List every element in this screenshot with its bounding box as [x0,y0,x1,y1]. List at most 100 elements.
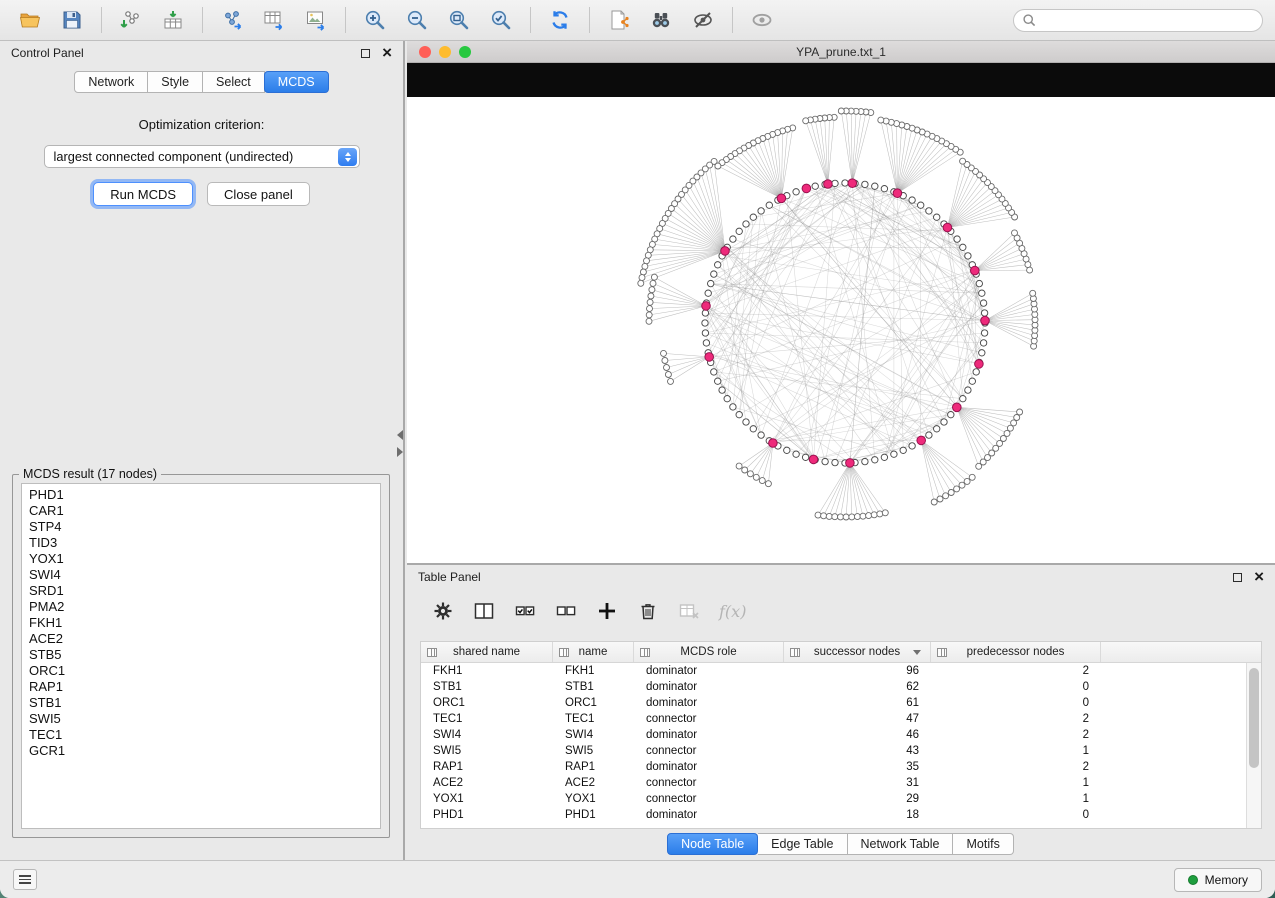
save-session-button[interactable] [54,4,90,36]
table-row[interactable]: SWI4SWI4dominator462 [421,727,1246,743]
column-header-name[interactable]: name [553,642,634,662]
column-header-shared-name[interactable]: shared name [421,642,553,662]
open-session-button[interactable] [12,4,48,36]
mcds-result-item[interactable]: GCR1 [29,743,380,759]
close-panel-button[interactable]: Close panel [207,182,310,206]
panel-splitter[interactable] [397,430,407,457]
cell-shared-name: RAP1 [421,761,553,773]
mcds-result-item[interactable]: SRD1 [29,583,380,599]
show-panels-button[interactable] [13,869,37,890]
mcds-result-item[interactable]: STB5 [29,647,380,663]
mcds-result-item[interactable]: SWI5 [29,711,380,727]
minimize-window-icon[interactable] [439,46,451,58]
table-options-button[interactable] [432,600,454,622]
zoom-selected-button[interactable] [483,4,519,36]
network-canvas[interactable] [407,97,1275,563]
control-panel-header: Control Panel × [0,41,403,65]
table-row[interactable]: TEC1TEC1connector472 [421,711,1246,727]
tab-mcds[interactable]: MCDS [264,71,329,93]
table-row[interactable]: PHD1PHD1dominator180 [421,807,1246,823]
cell-successor-nodes: 61 [784,697,931,709]
search-network-button[interactable] [643,4,679,36]
cell-name: SWI5 [553,745,634,757]
column-header-successor-nodes[interactable]: successor nodes [784,642,931,662]
show-columns-button[interactable] [473,600,495,622]
close-window-icon[interactable] [419,46,431,58]
apply-layout-button[interactable] [542,4,578,36]
select-all-icon [514,600,536,622]
export-image-icon [304,8,328,32]
plus-icon [596,600,618,622]
export-network-icon [220,8,244,32]
show-hide-button[interactable] [744,4,780,36]
cell-MCDS-role: connector [634,793,784,805]
column-header-MCDS-role[interactable]: MCDS role [634,642,784,662]
tab-network[interactable]: Network [74,71,148,93]
mcds-result-item[interactable]: PHD1 [29,487,380,503]
tab-style[interactable]: Style [148,71,203,93]
table-tab-motifs[interactable]: Motifs [953,833,1013,855]
float-panel-icon[interactable] [361,49,370,58]
mcds-result-item[interactable]: RAP1 [29,679,380,695]
share-document-button[interactable] [601,4,637,36]
cell-MCDS-role: dominator [634,681,784,693]
unselect-all-columns-button[interactable] [555,600,577,622]
table-row[interactable]: ACE2ACE2connector311 [421,775,1246,791]
mcds-result-item[interactable]: TEC1 [29,727,380,743]
table-row[interactable]: SWI5SWI5connector431 [421,743,1246,759]
run-mcds-button[interactable]: Run MCDS [93,182,193,206]
table-scrollbar[interactable] [1246,663,1261,828]
cell-MCDS-role: dominator [634,665,784,677]
table-tab-network-table[interactable]: Network Table [848,833,954,855]
zoom-in-button[interactable] [357,4,393,36]
mcds-result-item[interactable]: ORC1 [29,663,380,679]
expand-right-icon[interactable] [397,447,403,457]
select-all-columns-button[interactable] [514,600,536,622]
collapse-left-icon[interactable] [397,430,403,440]
search-input[interactable] [1042,13,1254,27]
column-header-predecessor-nodes[interactable]: predecessor nodes [931,642,1101,662]
criterion-select[interactable]: largest connected component (undirected) [44,145,360,168]
table-row[interactable]: RAP1RAP1dominator352 [421,759,1246,775]
export-image-button[interactable] [298,4,334,36]
close-panel-icon[interactable]: × [382,47,392,59]
mcds-result-item[interactable]: TID3 [29,535,380,551]
import-network-button[interactable] [113,4,149,36]
delete-table-button[interactable] [678,600,700,622]
table-row[interactable]: STB1STB1dominator620 [421,679,1246,695]
table-row[interactable]: YOX1YOX1connector291 [421,791,1246,807]
unselect-all-icon [555,600,577,622]
float-table-panel-icon[interactable] [1233,573,1242,582]
scrollbar-thumb[interactable] [1249,668,1259,768]
search-field [1013,9,1263,32]
import-table-button[interactable] [155,4,191,36]
mcds-result-item[interactable]: PMA2 [29,599,380,615]
table-tab-node-table[interactable]: Node Table [667,833,758,855]
zoom-out-button[interactable] [399,4,435,36]
delete-column-button[interactable] [637,600,659,622]
maximize-window-icon[interactable] [459,46,471,58]
mcds-result-item[interactable]: ACE2 [29,631,380,647]
mcds-result-item[interactable]: STP4 [29,519,380,535]
export-network-button[interactable] [214,4,250,36]
table-tab-edge-table[interactable]: Edge Table [758,833,847,855]
memory-button[interactable]: Memory [1174,868,1262,892]
column-type-icon [640,648,650,657]
create-column-button[interactable] [596,600,618,622]
table-row[interactable]: FKH1FKH1dominator962 [421,663,1246,679]
tab-select[interactable]: Select [203,71,265,93]
zoom-fit-button[interactable] [441,4,477,36]
mcds-result-item[interactable]: STB1 [29,695,380,711]
cell-MCDS-role: connector [634,713,784,725]
table-row[interactable]: ORC1ORC1dominator610 [421,695,1246,711]
mcds-result-list[interactable]: PHD1CAR1STP4TID3YOX1SWI4SRD1PMA2FKH1ACE2… [21,483,381,829]
export-table-button[interactable] [256,4,292,36]
mcds-result-item[interactable]: CAR1 [29,503,380,519]
memory-status-icon [1188,875,1198,885]
toggle-graphics-details-button[interactable] [685,4,721,36]
mcds-result-item[interactable]: YOX1 [29,551,380,567]
mcds-result-item[interactable]: FKH1 [29,615,380,631]
close-table-panel-icon[interactable]: × [1254,571,1264,583]
network-graph[interactable] [407,97,1275,563]
mcds-result-item[interactable]: SWI4 [29,567,380,583]
